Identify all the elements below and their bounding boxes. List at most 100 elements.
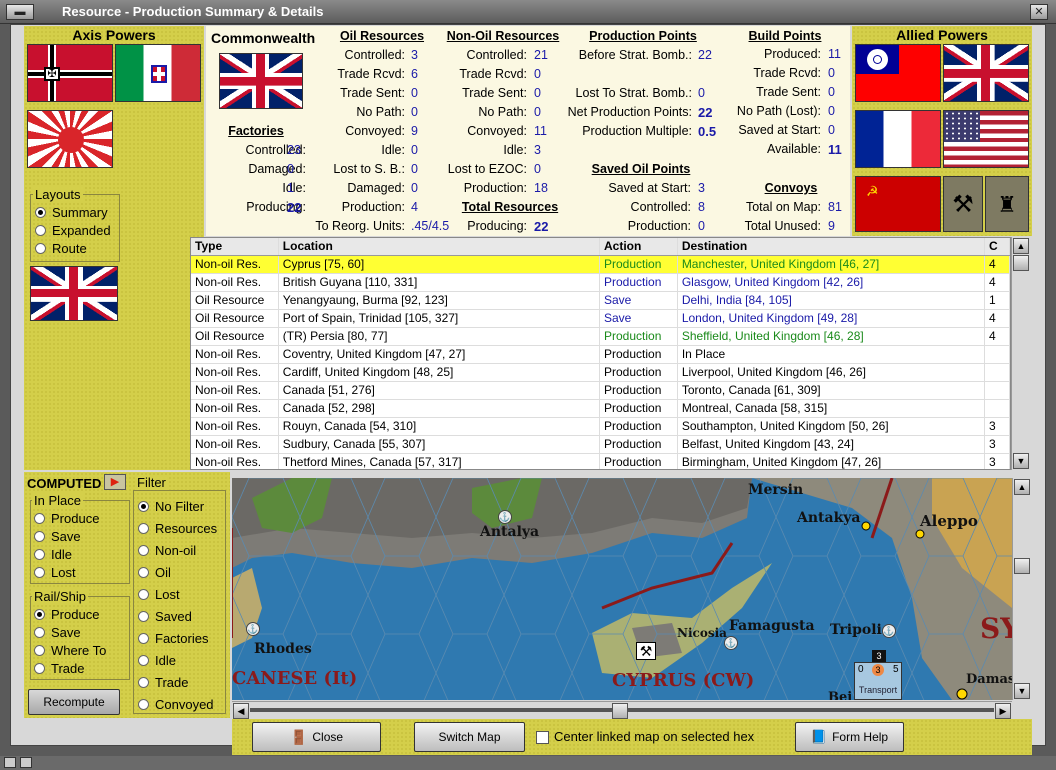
recompute-button[interactable]: Recompute <box>28 689 120 715</box>
cell-c: 3 <box>985 454 1010 469</box>
filter-trade-radio[interactable]: Trade <box>138 671 217 693</box>
inplace-idle-radio[interactable]: Idle <box>34 545 99 563</box>
table-row[interactable]: Non-oil Res. Thetford Mines, Canada [57, … <box>191 454 1010 469</box>
cell-action: Production <box>600 382 678 399</box>
cell-c <box>985 364 1010 381</box>
computed-arrow-icon[interactable]: ▶ <box>104 474 126 490</box>
cell-type: Non-oil Res. <box>191 418 279 435</box>
computed-label: COMPUTED <box>27 476 102 491</box>
cell-destination: Delhi, India [84, 105] <box>678 292 986 309</box>
hex-map[interactable]: Mersin Antakya Aleppo Antalya Nicosia Fa… <box>232 478 1012 700</box>
filter-no-filter-radio[interactable]: No Filter <box>138 495 217 517</box>
map-label-nicosia: Nicosia <box>677 626 727 640</box>
layout-summary-radio[interactable]: Summary <box>35 203 111 221</box>
italian-flag-icon[interactable] <box>115 44 201 102</box>
filter-oil-radio[interactable]: Oil <box>138 561 217 583</box>
header-type[interactable]: Type <box>191 238 279 255</box>
mining-tools-icon[interactable]: ⚒ <box>943 176 983 232</box>
map-vertical-scrollbar[interactable]: ▲ ▼ <box>1012 478 1030 700</box>
layout-expanded-radio[interactable]: Expanded <box>35 221 111 239</box>
layout-route-radio[interactable]: Route <box>35 239 111 257</box>
table-row[interactable]: Oil Resource (TR) Persia [80, 77] Producti… <box>191 328 1010 346</box>
filter-saved-radio[interactable]: Saved <box>138 605 217 627</box>
filter-lost-radio[interactable]: Lost <box>138 583 217 605</box>
map-horizontal-scrollbar[interactable]: ◀ ▶ <box>232 701 1012 719</box>
header-destination[interactable]: Destination <box>678 238 986 255</box>
map-scroll-down-icon[interactable]: ▼ <box>1014 683 1030 699</box>
ussr-flag-icon[interactable]: ☭ <box>855 176 941 232</box>
inplace-produce-radio[interactable]: Produce <box>34 509 99 527</box>
inplace-save-radio[interactable]: Save <box>34 527 99 545</box>
map-label-dodecanese: CANESE (It) <box>232 668 358 689</box>
cell-location: Thetford Mines, Canada [57, 317] <box>279 454 600 469</box>
map-scroll-right-icon[interactable]: ▶ <box>995 703 1011 719</box>
table-row[interactable]: Non-oil Res. Canada [52, 298] Production Mo… <box>191 400 1010 418</box>
table-row[interactable]: Non-oil Res. Canada [51, 276] Production To… <box>191 382 1010 400</box>
map-label-tripoli: Tripoli <box>830 622 882 638</box>
filter-factories-radio[interactable]: Factories <box>138 627 217 649</box>
france-flag-icon[interactable] <box>855 110 941 168</box>
usa-flag-icon[interactable] <box>943 110 1029 168</box>
table-row[interactable]: Non-oil Res. Sudbury, Canada [55, 307] Pro… <box>191 436 1010 454</box>
german-flag-icon[interactable]: ✠ <box>27 44 113 102</box>
bp-values: 11 0 0 0 0 11 <box>828 47 842 157</box>
table-row[interactable]: Non-oil Res. British Guyana [110, 331] Pro… <box>191 274 1010 292</box>
header-location[interactable]: Location <box>279 238 600 255</box>
center-linked-map-checkbox[interactable] <box>536 731 549 744</box>
china-flag-icon[interactable] <box>855 44 941 102</box>
port-anchor-icon: ⚓ <box>724 636 738 650</box>
non-oil-values: 21 0 0 0 11 3 0 18 <box>534 48 548 195</box>
switch-map-button[interactable]: Switch Map <box>414 722 525 752</box>
filter-convoyed-radio[interactable]: Convoyed <box>138 693 217 715</box>
table-row[interactable]: Non-oil Res. Coventry, United Kingdom [47… <box>191 346 1010 364</box>
scroll-down-icon[interactable]: ▼ <box>1013 453 1029 469</box>
map-scroll-up-icon[interactable]: ▲ <box>1014 479 1030 495</box>
cell-type: Oil Resource <box>191 292 279 309</box>
scroll-thumb[interactable] <box>1013 255 1029 271</box>
close-button[interactable]: 🚪 Close <box>252 722 381 752</box>
cell-destination: Montreal, Canada [58, 315] <box>678 400 986 417</box>
cell-action: Save <box>600 292 678 309</box>
uk-flag-icon[interactable] <box>943 44 1029 102</box>
map-scroll-left-icon[interactable]: ◀ <box>233 703 249 719</box>
table-row[interactable]: Oil Resource Yenangyaung, Burma [92, 123]… <box>191 292 1010 310</box>
system-menu-button[interactable]: ▬ <box>6 4 34 20</box>
railship-where-to-radio[interactable]: Where To <box>34 641 106 659</box>
cell-action: Production <box>600 256 678 273</box>
japanese-flag-icon[interactable] <box>27 110 113 168</box>
table-scrollbar[interactable]: ▲ ▼ <box>1011 237 1029 470</box>
resize-grip-icon[interactable] <box>20 757 32 768</box>
close-window-icon[interactable]: ✕ <box>1030 4 1048 20</box>
axis-powers-title: Axis Powers <box>72 27 156 43</box>
saved-oil-labels: Saved at Start: Controlled: Production: <box>608 181 691 233</box>
railship-save-radio[interactable]: Save <box>34 623 106 641</box>
saved-oil-values: 3 8 0 <box>698 181 705 233</box>
table-row[interactable]: Non-oil Res. Cardiff, United Kingdom [48,… <box>191 364 1010 382</box>
resource-tools-icon[interactable]: ⚒ <box>636 642 656 660</box>
commonwealth-flag-icon <box>219 53 303 109</box>
railship-trade-radio[interactable]: Trade <box>34 659 106 677</box>
header-action[interactable]: Action <box>600 238 678 255</box>
cell-destination: Liverpool, United Kingdom [46, 26] <box>678 364 986 381</box>
form-help-button[interactable]: 📘 Form Help <box>795 722 904 752</box>
filter-non-oil-radio[interactable]: Non-oil <box>138 539 217 561</box>
map-hscroll-thumb[interactable] <box>612 703 628 719</box>
table-row[interactable]: Oil Resource Port of Spain, Trinidad [105… <box>191 310 1010 328</box>
total-resources-title: Total Resources <box>461 200 559 214</box>
filter-resources-radio[interactable]: Resources <box>138 517 217 539</box>
table-row[interactable]: Non-oil Res. Cyprus [75, 60] Production Man… <box>191 256 1010 274</box>
cell-action: Production <box>600 418 678 435</box>
scroll-up-icon[interactable]: ▲ <box>1013 238 1029 254</box>
map-vscroll-thumb[interactable] <box>1014 558 1030 574</box>
transport-unit-counter[interactable]: 0 3 5 Transport <box>854 662 902 700</box>
oil-derrick-icon[interactable]: ♜ <box>985 176 1029 232</box>
selected-nation-flag-icon[interactable] <box>30 266 118 321</box>
header-c[interactable]: C <box>985 238 1010 255</box>
cell-c: 4 <box>985 328 1010 345</box>
filter-idle-radio[interactable]: Idle <box>138 649 217 671</box>
resize-grip-icon[interactable] <box>4 757 16 768</box>
inplace-lost-radio[interactable]: Lost <box>34 563 99 581</box>
table-row[interactable]: Non-oil Res. Rouyn, Canada [54, 310] Produ… <box>191 418 1010 436</box>
railship-produce-radio[interactable]: Produce <box>34 605 106 623</box>
unit-count-badge: 3 <box>872 650 886 662</box>
